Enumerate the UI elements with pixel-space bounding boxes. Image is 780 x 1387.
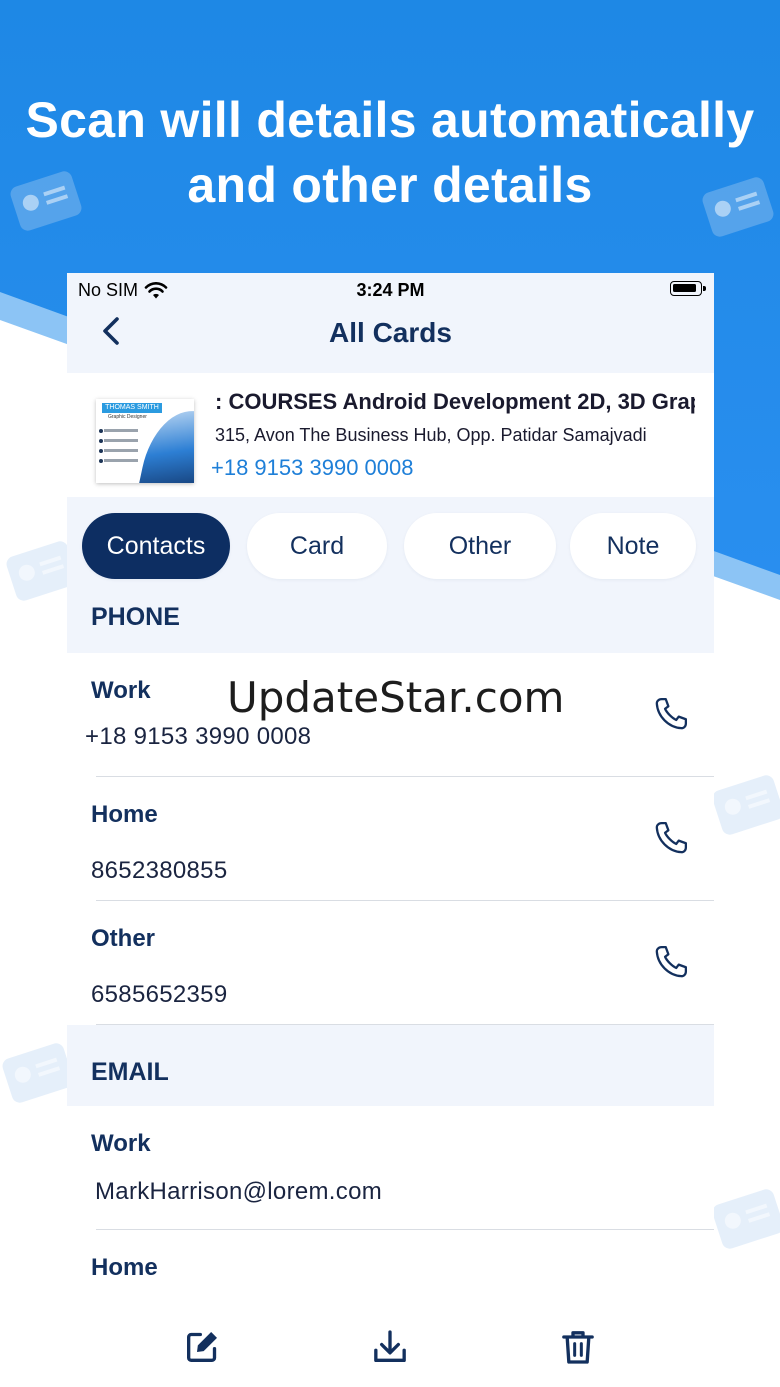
phone-row-other: Other 6585652359	[67, 901, 714, 1025]
tab-other[interactable]: Other	[404, 513, 556, 579]
email-label: Work	[91, 1130, 151, 1157]
call-button[interactable]	[650, 693, 692, 735]
delete-button[interactable]	[558, 1327, 598, 1367]
status-bar: No SIM 3:24 PM	[67, 273, 714, 307]
email-value: MarkHarrison@lorem.com	[95, 1178, 383, 1205]
thumb-bullet	[99, 439, 103, 443]
edit-button[interactable]	[182, 1327, 222, 1367]
phone-value: 6585652359	[91, 981, 228, 1008]
thumb-name: THOMAS SMITH	[102, 403, 162, 413]
call-button[interactable]	[650, 817, 692, 859]
section-tabs: Contacts Card Other Note	[82, 513, 714, 579]
thumb-text-line	[104, 459, 138, 462]
card-address: 315, Avon The Business Hub, Opp. Patidar…	[215, 425, 647, 445]
navigation-bar: All Cards	[67, 307, 714, 369]
business-card-summary[interactable]: THOMAS SMITH Graphic Designer : COURSES …	[67, 373, 714, 497]
page-title: All Cards	[329, 317, 452, 348]
email-label: Home	[91, 1254, 158, 1281]
download-button[interactable]	[370, 1327, 410, 1367]
thumb-role: Graphic Designer	[108, 414, 147, 420]
phone-screen: No SIM 3:24 PM All Cards THOMAS SMITH Gr…	[67, 273, 714, 1387]
tab-card[interactable]: Card	[247, 513, 387, 579]
thumb-text-line	[104, 429, 138, 432]
thumb-bullet	[99, 429, 103, 433]
phone-value: 8652380855	[91, 857, 228, 884]
thumb-text-line	[104, 439, 138, 442]
battery-icon	[670, 281, 706, 296]
tab-note[interactable]: Note	[570, 513, 696, 579]
phone-icon	[655, 945, 688, 978]
phone-section-title: PHONE	[91, 603, 180, 631]
edit-icon	[187, 1332, 217, 1362]
watermark-text: UpdateStar.com	[227, 673, 565, 722]
headline-line-1: Scan will details automatically	[25, 92, 755, 148]
tab-contacts[interactable]: Contacts	[82, 513, 230, 579]
phone-label: Work	[91, 677, 151, 704]
phone-label: Other	[91, 925, 156, 952]
phone-label: Home	[91, 801, 158, 828]
thumb-text-line	[104, 449, 138, 452]
headline-line-2: and other details	[187, 157, 593, 213]
card-phone[interactable]: +18 9153 3990 0008	[211, 455, 413, 481]
download-icon	[374, 1330, 406, 1362]
row-divider	[96, 1024, 714, 1025]
phone-icon	[655, 697, 688, 730]
email-section-title: EMAIL	[91, 1058, 169, 1086]
promo-headline: Scan will details automatically and othe…	[0, 88, 780, 218]
email-row-work[interactable]: Work MarkHarrison@lorem.com	[67, 1106, 714, 1230]
business-card-thumbnail: THOMAS SMITH Graphic Designer	[96, 399, 194, 483]
bottom-action-bar	[98, 1303, 683, 1387]
status-time: 3:24 PM	[356, 280, 425, 300]
trash-icon	[562, 1331, 594, 1364]
call-button[interactable]	[650, 941, 692, 983]
card-title: : COURSES Android Development 2D, 3D Gra…	[215, 389, 695, 414]
phone-icon	[655, 821, 688, 854]
phone-value: +18 9153 3990 0008	[85, 723, 312, 750]
thumb-bullet	[99, 449, 103, 453]
phone-row-home: Home 8652380855	[67, 777, 714, 901]
thumb-bullet	[99, 459, 103, 463]
